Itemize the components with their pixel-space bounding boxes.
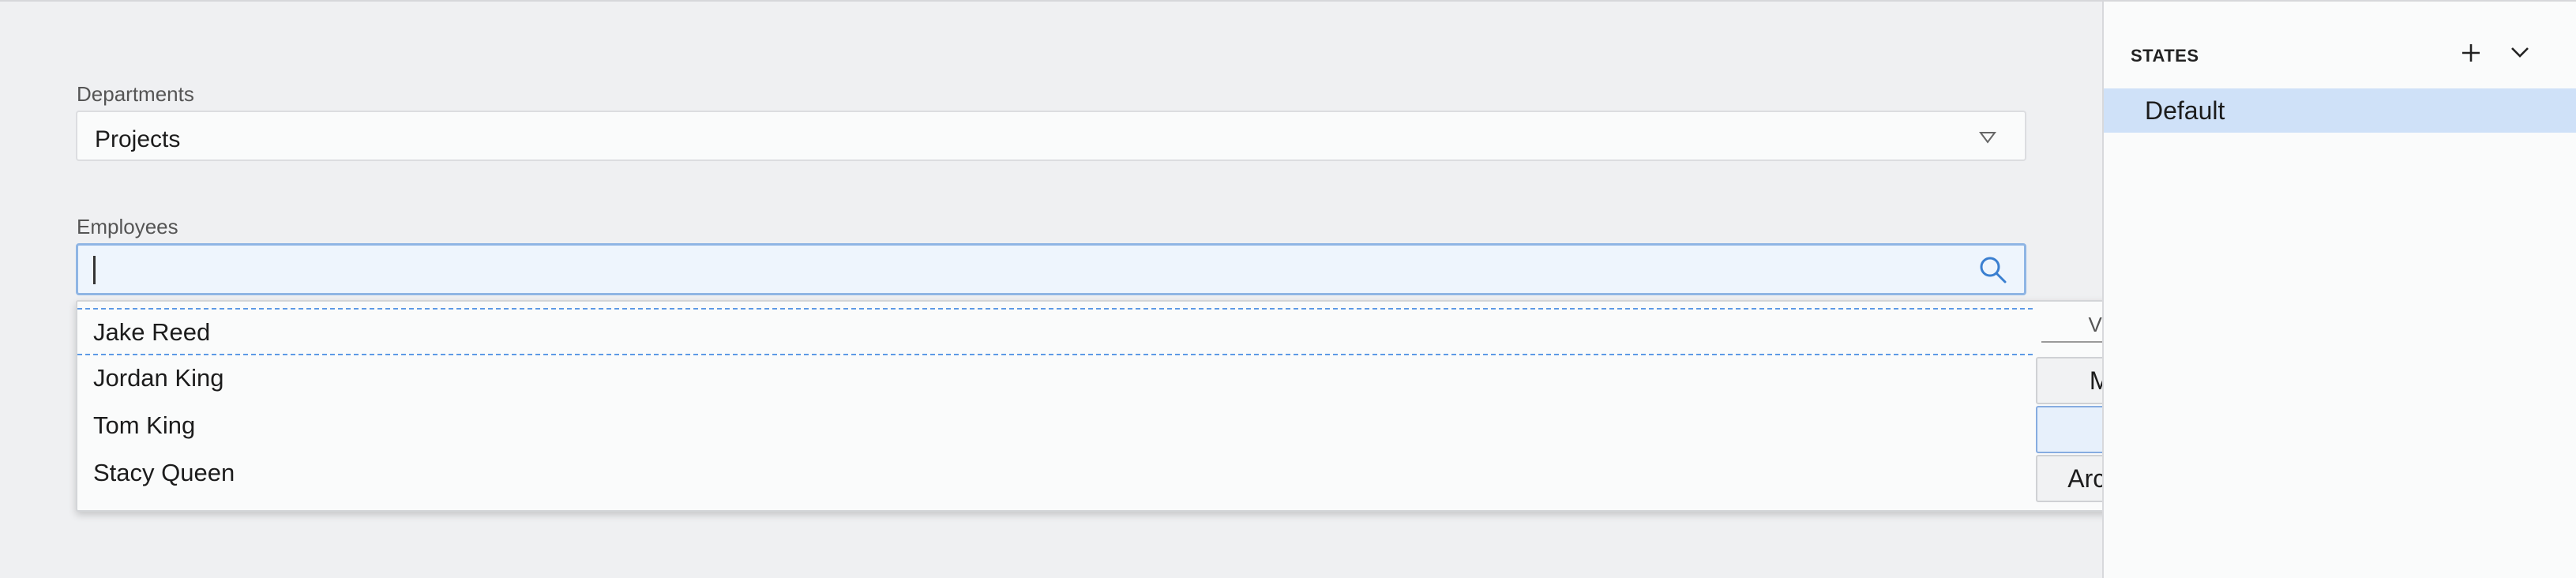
state-item-label: Default (2145, 96, 2225, 125)
plus-icon[interactable] (2461, 43, 2481, 63)
caret-down-icon (1979, 132, 1996, 144)
employees-search-input[interactable] (76, 243, 2026, 295)
search-icon[interactable] (1978, 255, 2008, 285)
state-item-default[interactable]: Default (2104, 88, 2576, 133)
states-panel: STATES Default (2102, 2, 2576, 578)
departments-label: Departments (77, 82, 194, 106)
states-title: STATES (2131, 46, 2199, 66)
list-item[interactable]: Jake Reed (77, 308, 2033, 355)
list-item[interactable]: Tom King (77, 403, 2033, 450)
app-window: Departments Projects Employees Jake Reed… (0, 0, 2576, 578)
main-canvas: Departments Projects Employees Jake Reed… (0, 2, 2206, 578)
list-item[interactable]: Stacy Queen (77, 450, 2033, 497)
employee-option-list: Jake Reed Jordan King Tom King Stacy Que… (77, 308, 2033, 497)
employees-dropdown: Jake Reed Jordan King Tom King Stacy Que… (76, 300, 2206, 512)
chevron-down-icon[interactable] (2510, 46, 2530, 60)
departments-select[interactable]: Projects (76, 111, 2026, 161)
list-item[interactable]: Jordan King (77, 355, 2033, 403)
employees-label: Employees (77, 215, 178, 238)
departments-selected-value: Projects (95, 126, 181, 152)
text-cursor (93, 256, 96, 284)
